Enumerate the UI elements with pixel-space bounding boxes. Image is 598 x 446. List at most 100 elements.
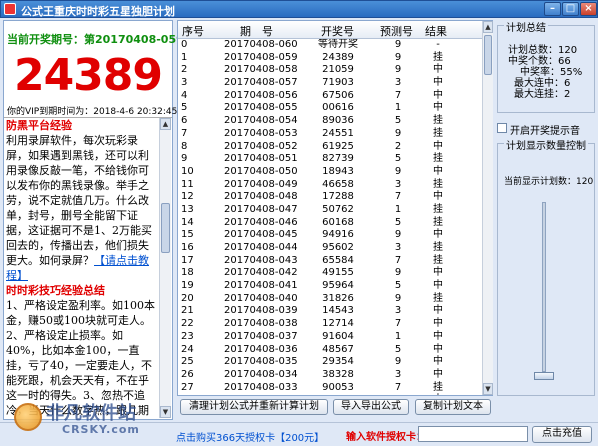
table-row[interactable]: 21 20170408-039 14543 3 中 bbox=[178, 305, 482, 318]
tips-heading-anti-fraud: 防黑平台经验 bbox=[6, 119, 72, 132]
table-row[interactable]: 7 20170408-053 24551 9 挂 bbox=[178, 128, 482, 141]
cell-draw-number: 65584 bbox=[322, 254, 354, 266]
table-row[interactable]: 26 20170408-034 38328 3 中 bbox=[178, 369, 482, 382]
import-export-button[interactable]: 导入导出公式 bbox=[333, 399, 409, 415]
table-row[interactable]: 13 20170408-047 50762 1 挂 bbox=[178, 204, 482, 217]
scroll-up-arrow-icon[interactable]: ▲ bbox=[483, 21, 493, 33]
table-row[interactable]: 20 20170408-040 31826 9 挂 bbox=[178, 293, 482, 306]
cell-prediction: 5 bbox=[394, 280, 402, 292]
column-header-result[interactable]: 结果 bbox=[425, 23, 447, 39]
table-row[interactable]: 1 20170408-059 24389 9 挂 bbox=[178, 52, 482, 65]
license-key-input[interactable] bbox=[418, 426, 528, 442]
scroll-down-arrow-icon[interactable]: ▼ bbox=[160, 406, 171, 418]
table-row[interactable]: 27 20170408-033 90053 7 挂 bbox=[178, 382, 482, 395]
table-row[interactable]: 14 20170408-046 60168 5 挂 bbox=[178, 217, 482, 230]
charge-button[interactable]: 点击充值 bbox=[532, 426, 592, 443]
cell-period: 20170408-038 bbox=[224, 318, 298, 330]
table-row[interactable]: 15 20170408-045 94916 9 中 bbox=[178, 229, 482, 242]
cell-index: 21 bbox=[181, 305, 194, 317]
cell-index: 6 bbox=[181, 115, 188, 127]
table-row[interactable]: 6 20170408-054 89036 5 挂 bbox=[178, 115, 482, 128]
tips-text-area[interactable]: 防黑平台经验 利用录屏软件，每次玩彩录屏，如果遇到黑钱，还可以利用录像反敲一笔，… bbox=[6, 118, 158, 418]
cell-index: 18 bbox=[181, 267, 194, 279]
tips-paragraph-anti-fraud-text: 利用录屏软件，每次玩彩录屏，如果遇到黑钱，还可以利用录像反敲一笔，不给钱你可以发… bbox=[6, 134, 152, 267]
table-row[interactable]: 18 20170408-042 49155 9 中 bbox=[178, 267, 482, 280]
cell-draw-number: 82739 bbox=[322, 153, 354, 165]
clear-recalculate-button[interactable]: 清理计划公式并重新计算计划 bbox=[180, 399, 328, 415]
scroll-up-arrow-icon[interactable]: ▲ bbox=[160, 118, 171, 130]
display-count-group: 计划显示数量控制 当前显示计划数：120 bbox=[497, 137, 595, 396]
cell-period: 20170408-059 bbox=[224, 51, 298, 63]
table-scrollbar[interactable]: ▲ ▼ bbox=[482, 21, 493, 395]
column-header-prediction[interactable]: 预测号 bbox=[380, 23, 413, 39]
table-row[interactable]: 4 20170408-056 67506 7 中 bbox=[178, 90, 482, 103]
sound-toggle[interactable]: 开启开奖提示音 bbox=[497, 122, 595, 137]
table-row[interactable]: 10 20170408-050 18943 9 中 bbox=[178, 166, 482, 179]
buy-license-link[interactable]: 点击购买366天授权卡【200元】 bbox=[176, 429, 324, 444]
copy-plan-button[interactable]: 复制计划文本 bbox=[415, 399, 491, 415]
maximize-button[interactable]: □ bbox=[562, 2, 579, 16]
table-row[interactable]: 3 20170408-057 71903 3 中 bbox=[178, 77, 482, 90]
cell-period: 20170408-054 bbox=[224, 115, 298, 127]
cell-draw-number: 14543 bbox=[322, 305, 354, 317]
cell-prediction: 5 bbox=[394, 343, 402, 355]
cell-index: 8 bbox=[181, 140, 188, 152]
cell-index: 20 bbox=[181, 292, 194, 304]
table-body: 0 20170408-060 等待开奖 9-1 20170408-059 24389 9 挂 2… bbox=[178, 39, 482, 395]
tips-scrollbar[interactable]: ▲ ▼ bbox=[159, 118, 171, 418]
cell-draw-number: 94916 bbox=[322, 229, 354, 241]
cell-index: 15 bbox=[181, 229, 194, 241]
summary-title: 计划总结 bbox=[504, 19, 548, 34]
cell-prediction: 5 bbox=[394, 216, 402, 228]
table-row[interactable]: 28 20170408-032 98457 7 中 bbox=[178, 394, 482, 395]
cell-index: 25 bbox=[181, 356, 194, 368]
current-draw-number: 24389 bbox=[13, 50, 163, 101]
sound-checkbox[interactable] bbox=[497, 123, 507, 133]
table-row[interactable]: 25 20170408-035 29354 9 中 bbox=[178, 356, 482, 369]
cell-index: 24 bbox=[181, 343, 194, 355]
table-row[interactable]: 24 20170408-036 48567 5 中 bbox=[178, 344, 482, 357]
table-row[interactable]: 12 20170408-048 17288 7 中 bbox=[178, 191, 482, 204]
cell-result: 挂 bbox=[433, 216, 443, 228]
close-button[interactable]: × bbox=[580, 2, 597, 16]
cell-period: 20170408-050 bbox=[224, 165, 298, 177]
cell-draw-number: 等待开奖 bbox=[318, 39, 358, 50]
cell-index: 27 bbox=[181, 381, 194, 393]
scrollbar-thumb[interactable] bbox=[161, 203, 170, 253]
table-row[interactable]: 16 20170408-044 95602 3 挂 bbox=[178, 242, 482, 255]
stat-hits: 中奖个数：66 bbox=[508, 56, 571, 67]
cell-index: 11 bbox=[181, 178, 194, 190]
table-row[interactable]: 11 20170408-049 46658 3 挂 bbox=[178, 179, 482, 192]
cell-result: 中 bbox=[433, 191, 443, 203]
cell-draw-number: 90053 bbox=[322, 381, 354, 393]
table-row[interactable]: 22 20170408-038 12714 7 中 bbox=[178, 318, 482, 331]
minimize-button[interactable]: – bbox=[544, 2, 561, 16]
table-row[interactable]: 19 20170408-041 95964 5 中 bbox=[178, 280, 482, 293]
cell-prediction: 1 bbox=[394, 102, 402, 114]
column-header-period[interactable]: 期 号 bbox=[240, 23, 273, 39]
cell-index: 12 bbox=[181, 191, 194, 203]
cell-result: 中 bbox=[433, 77, 443, 89]
table-row[interactable]: 23 20170408-037 91604 1 中 bbox=[178, 331, 482, 344]
column-header-index[interactable]: 序号 bbox=[182, 23, 204, 39]
table-row[interactable]: 8 20170408-052 61925 2 中 bbox=[178, 141, 482, 154]
cell-draw-number: 46658 bbox=[322, 178, 354, 190]
table-row[interactable]: 2 20170408-058 21059 9 中 bbox=[178, 64, 482, 77]
table-row[interactable]: 17 20170408-043 65584 7 挂 bbox=[178, 255, 482, 268]
table-row[interactable]: 0 20170408-060 等待开奖 9 - bbox=[178, 39, 482, 52]
cell-period: 20170408-040 bbox=[224, 292, 298, 304]
display-count-slider-track[interactable] bbox=[542, 202, 546, 372]
table-row[interactable]: 5 20170408-055 00616 1 中 bbox=[178, 102, 482, 115]
scroll-down-arrow-icon[interactable]: ▼ bbox=[483, 383, 493, 395]
cell-period: 20170408-041 bbox=[224, 280, 298, 292]
cell-draw-number: 71903 bbox=[322, 77, 354, 89]
column-header-draw-number[interactable]: 开奖号 bbox=[321, 23, 354, 39]
stat-max-miss-streak: 最大连挂：2 bbox=[514, 89, 571, 100]
cell-index: 26 bbox=[181, 368, 194, 380]
display-count-slider-thumb[interactable] bbox=[534, 372, 554, 380]
cell-period: 20170408-052 bbox=[224, 140, 298, 152]
cell-result: 中 bbox=[433, 102, 443, 114]
scrollbar-thumb[interactable] bbox=[484, 35, 492, 75]
table-row[interactable]: 9 20170408-051 82739 5 挂 bbox=[178, 153, 482, 166]
cell-index: 0 bbox=[181, 39, 188, 50]
